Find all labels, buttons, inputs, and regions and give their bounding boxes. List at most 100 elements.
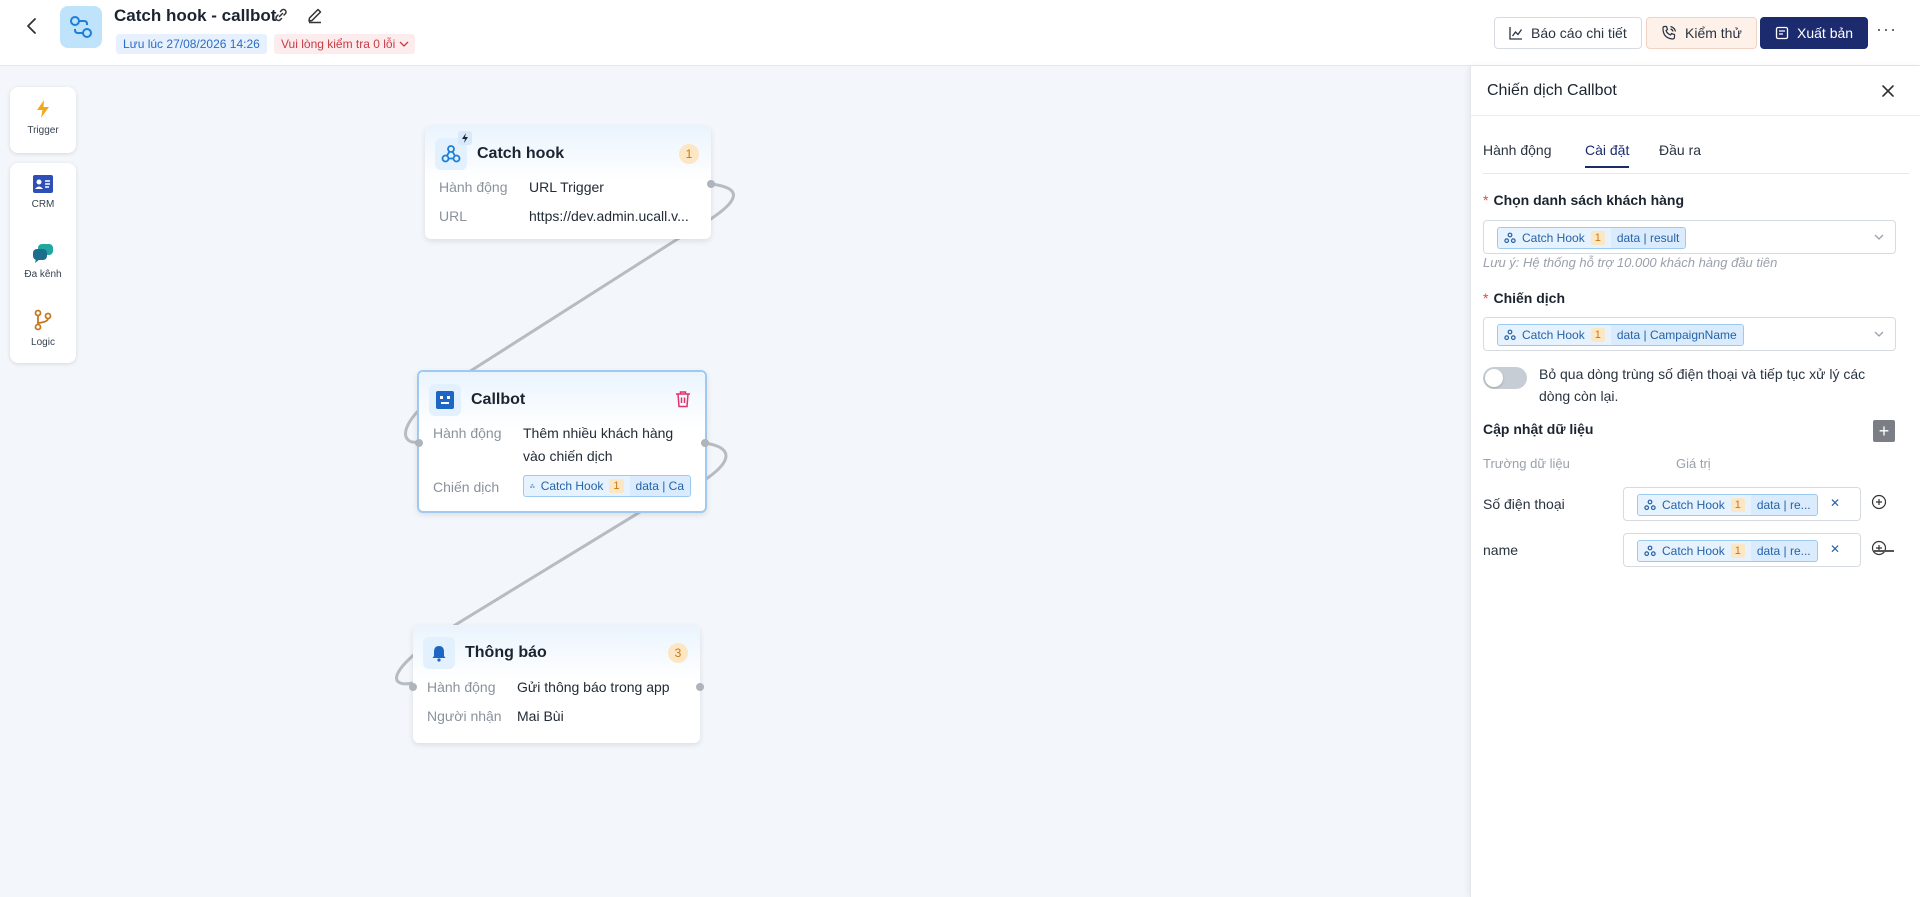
tag-source: Catch Hook	[1522, 231, 1585, 245]
mapping-value-input[interactable]: Catch Hook 1 data | re... ✕	[1623, 487, 1861, 521]
workflow-title: Catch hook - callbot	[114, 6, 277, 25]
test-label: Kiểm thử	[1685, 25, 1742, 41]
node-catch-hook[interactable]: Catch hook 1 Hành động URL Trigger URL h…	[425, 126, 715, 239]
column-header-value: Giá trị	[1676, 456, 1711, 471]
node-field-key: Hành động	[433, 425, 502, 441]
mapping-field-name: name	[1483, 542, 1519, 558]
publish-label: Xuất bản	[1797, 25, 1854, 41]
node-field-key: Người nhận	[427, 708, 502, 724]
test-button[interactable]: Kiểm thử	[1646, 17, 1757, 49]
node-field-value: Gửi thông báo trong app	[517, 679, 670, 695]
output-port[interactable]	[701, 439, 709, 447]
more-options-icon[interactable]: ···	[1876, 20, 1900, 42]
trigger-bolt-icon	[458, 131, 472, 145]
palette-crm-label: CRM	[31, 199, 55, 210]
node-field-value: Mai Bùi	[517, 708, 564, 724]
robot-icon	[429, 384, 461, 416]
tag-data-path: data | re...	[1750, 495, 1817, 515]
remove-tag-icon[interactable]: ✕	[1830, 496, 1840, 510]
branch-icon	[34, 309, 52, 331]
column-header-field: Trường dữ liệu	[1483, 456, 1570, 471]
node-field-value: Thêm nhiều khách hàng	[523, 425, 674, 441]
palette-item-multichannel[interactable]: Đa kênh	[10, 243, 76, 280]
delete-trash-icon[interactable]	[675, 390, 691, 408]
add-circle-icon[interactable]	[1871, 494, 1887, 510]
back-arrow-icon[interactable]	[20, 14, 44, 38]
input-port[interactable]	[415, 439, 423, 447]
tag-step-num: 1	[1590, 231, 1605, 245]
mapping-field-name: Số điện thoại	[1483, 496, 1565, 512]
palette-item-crm[interactable]: CRM	[10, 175, 76, 210]
chat-bubbles-icon	[33, 244, 53, 263]
skip-duplicates-toggle[interactable]	[1483, 367, 1527, 389]
tab-actions[interactable]: Hành động	[1483, 142, 1552, 166]
remove-row-icon[interactable]	[1874, 550, 1894, 552]
remove-tag-icon[interactable]: ✕	[1830, 542, 1840, 556]
tag-data-path: data | re...	[1750, 541, 1817, 561]
node-title: Callbot	[471, 391, 526, 408]
tag-step-num: 1	[1590, 328, 1605, 342]
output-port[interactable]	[696, 683, 704, 691]
node-field-value: URL Trigger	[529, 179, 604, 195]
webhook-icon	[1504, 329, 1516, 341]
campaign-select[interactable]: Catch Hook 1 data | CampaignName	[1483, 317, 1896, 351]
error-check-label: Vui lòng kiểm tra 0 lỗi	[281, 37, 396, 51]
phone-call-icon	[1662, 25, 1677, 40]
variable-tag: Catch Hook 1 data | result	[1497, 227, 1687, 249]
add-circle-icon[interactable]	[1871, 540, 1887, 556]
tag-source: Catch Hook	[540, 479, 604, 493]
campaign-label: * Chiến dịch	[1483, 290, 1566, 306]
flow-connections	[395, 182, 735, 686]
palette-item-logic[interactable]: Logic	[10, 309, 76, 348]
webhook-icon	[1644, 499, 1656, 511]
palette-trigger-label: Trigger	[27, 125, 59, 136]
webhook-icon	[530, 483, 535, 488]
panel-tabs: Hành động Cài đặt Đầu ra	[1483, 142, 1909, 174]
input-port[interactable]	[409, 683, 417, 691]
publish-button[interactable]: Xuất bản	[1760, 17, 1869, 49]
tab-output[interactable]: Đầu ra	[1659, 142, 1701, 166]
update-data-title: Cập nhật dữ liệu	[1483, 421, 1594, 437]
mapping-value-input[interactable]: Catch Hook 1 data | re... ✕	[1623, 533, 1861, 567]
skip-duplicates-label: Bỏ qua dòng trùng số điện thoại và tiếp …	[1539, 366, 1866, 404]
error-check-badge[interactable]: Vui lòng kiểm tra 0 lỗi	[274, 34, 416, 54]
variable-tag: Catch Hook 1 data | re...	[1637, 540, 1818, 562]
close-icon[interactable]	[1878, 81, 1898, 101]
output-port[interactable]	[707, 180, 715, 188]
node-field-value: https://dev.admin.ucall.v...	[529, 208, 689, 224]
tag-source: Catch Hook	[1522, 328, 1585, 342]
chevron-down-icon	[399, 41, 409, 47]
customer-list-select[interactable]: Catch Hook 1 data | result	[1483, 220, 1896, 254]
add-field-button[interactable]: +	[1873, 420, 1895, 442]
chart-icon	[1509, 27, 1523, 40]
palette-actions-group: CRM Đa kênh Logic	[10, 163, 76, 363]
chevron-down-icon	[1874, 331, 1884, 337]
lightning-icon	[37, 100, 49, 118]
node-step-badge: 3	[668, 643, 688, 663]
customer-limit-hint: Lưu ý: Hệ thống hỗ trợ 10.000 khách hàng…	[1483, 255, 1778, 270]
node-title: Thông báo	[465, 644, 547, 661]
detailed-report-button[interactable]: Báo cáo chi tiết	[1494, 17, 1642, 49]
node-field-value-cont: vào chiến dịch	[523, 448, 613, 464]
tag-data-path: data | result	[1610, 228, 1686, 248]
link-icon[interactable]	[272, 6, 290, 24]
node-notification[interactable]: Thông báo 3 Hành động Gửi thông báo tron…	[409, 625, 704, 743]
settings-panel: Chiến dịch Callbot Hành động Cài đặt Đầu…	[1470, 66, 1920, 897]
variable-tag: Catch Hook 1 data | CampaignName	[1497, 324, 1744, 346]
detailed-report-label: Báo cáo chi tiết	[1531, 25, 1627, 41]
chevron-down-icon	[1874, 234, 1884, 240]
tag-source: Catch Hook	[1662, 544, 1725, 558]
contact-card-icon	[33, 175, 53, 193]
edit-pencil-icon[interactable]	[306, 6, 324, 24]
node-callbot[interactable]: Callbot Hành động Thêm nhiều khách hàng …	[415, 370, 709, 513]
saved-timestamp-badge: Lưu lúc 27/08/2026 14:26	[116, 34, 267, 54]
palette-item-trigger[interactable]: Trigger	[10, 99, 76, 136]
panel-title: Chiến dịch Callbot	[1487, 82, 1617, 99]
tag-data-path: data | CampaignName	[1610, 325, 1743, 345]
tab-settings[interactable]: Cài đặt	[1585, 142, 1630, 168]
node-field-key: Chiến dịch	[433, 479, 500, 495]
webhook-icon	[1644, 545, 1656, 557]
variable-tag: Catch Hook 1 data | Ca	[523, 475, 691, 497]
palette-multichannel-label: Đa kênh	[24, 269, 62, 280]
tag-data-path: data | Ca	[629, 476, 690, 496]
